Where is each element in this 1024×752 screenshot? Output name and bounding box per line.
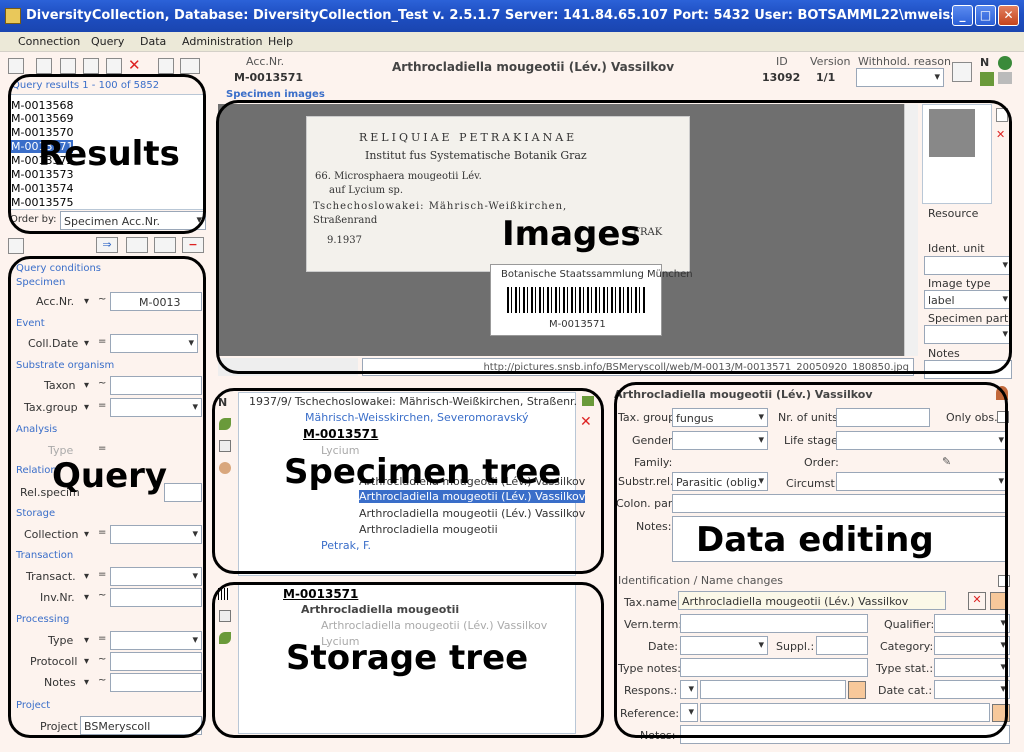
- withhold-label: Withhold. reason: [858, 55, 951, 68]
- overlay-query: [8, 256, 206, 738]
- menu-administration[interactable]: Administration: [182, 35, 263, 48]
- delete-icon[interactable]: ✕: [128, 56, 141, 74]
- overlay-data-editing: [614, 382, 1008, 738]
- copy-icon[interactable]: [106, 58, 122, 74]
- menu-help[interactable]: Help: [268, 35, 293, 48]
- leaf-icon[interactable]: [980, 72, 994, 86]
- id-label: ID: [776, 55, 788, 68]
- acc-nr-value: M-0013571: [234, 71, 304, 84]
- id-value: 13092: [762, 71, 801, 84]
- menu-data[interactable]: Data: [140, 35, 166, 48]
- document-icon[interactable]: [83, 58, 99, 74]
- overlay-label-query: Query: [52, 456, 168, 496]
- window-title: DiversityCollection, Database: Diversity…: [26, 8, 959, 23]
- app-icon: [5, 8, 21, 24]
- withhold-select[interactable]: [856, 68, 944, 87]
- remove-icon[interactable]: −: [182, 237, 204, 253]
- n-icon[interactable]: N: [980, 56, 989, 69]
- maximize-button[interactable]: □: [975, 5, 996, 26]
- print-icon[interactable]: [180, 58, 200, 74]
- save-icon[interactable]: [36, 58, 52, 74]
- overlay-label-data-editing: Data editing: [696, 520, 934, 560]
- version-value: 1/1: [816, 71, 836, 84]
- overlay-label-results: Results: [38, 134, 180, 174]
- overlay-label-specimen-tree: Specimen tree: [284, 452, 562, 492]
- minimize-button[interactable]: _: [952, 5, 973, 26]
- filter-icon[interactable]: [126, 237, 148, 253]
- images-section-title: Specimen images: [226, 89, 325, 100]
- acc-nr-label: Acc.Nr.: [246, 55, 285, 68]
- printer-icon[interactable]: [998, 72, 1012, 84]
- new-icon[interactable]: [8, 58, 24, 74]
- undo-icon[interactable]: [60, 58, 76, 74]
- menu-bar: Connection Query Data Administration Hel…: [0, 32, 1024, 52]
- globe-icon[interactable]: [998, 56, 1012, 70]
- menu-connection[interactable]: Connection: [18, 35, 80, 48]
- version-label: Version: [810, 55, 851, 68]
- filter-add-icon[interactable]: [154, 237, 176, 253]
- checkbox-icon[interactable]: [158, 58, 174, 74]
- overlay-label-images: Images: [502, 214, 641, 254]
- overlay-label-storage-tree: Storage tree: [286, 638, 529, 678]
- menu-query[interactable]: Query: [91, 35, 124, 48]
- taxon-title: Arthrocladiella mougeotii (Lév.) Vassilk…: [392, 60, 675, 74]
- close-button[interactable]: ✕: [998, 5, 1019, 26]
- window-icon[interactable]: [952, 62, 972, 82]
- arrow-right-icon[interactable]: ⇒: [96, 237, 118, 253]
- title-bar: DiversityCollection, Database: Diversity…: [0, 0, 1024, 32]
- collapse-icon[interactable]: [8, 238, 24, 254]
